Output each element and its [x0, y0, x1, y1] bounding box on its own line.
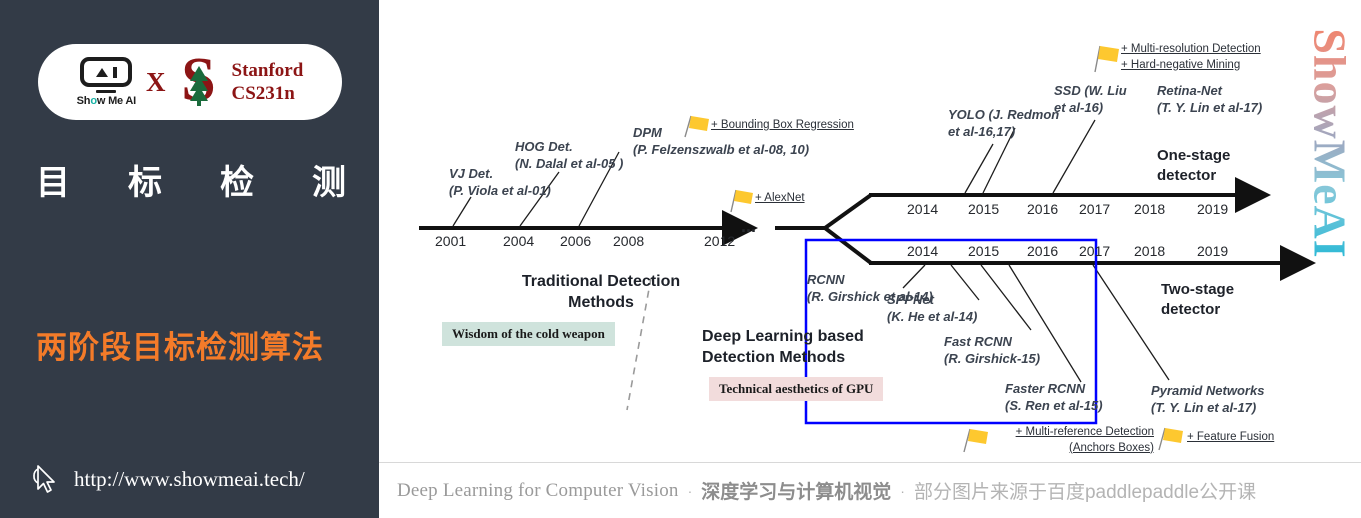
flag-note-alexnet: + AlexNet: [755, 192, 805, 204]
year-2012: 2012: [704, 233, 736, 249]
caret-up-icon: [95, 67, 108, 77]
stanford-line-2: CS231n: [231, 83, 295, 104]
two-stage-year-2017: 2017: [1079, 243, 1111, 259]
caption-source-note: 部分图片来源于百度paddlepaddle公开课: [913, 482, 1257, 503]
method-label-fasterrcnn: Faster RCNN (S. Ren et al-15): [1005, 381, 1103, 413]
one-stage-year-2017: 2017: [1079, 201, 1111, 217]
showmeai-wordmark: Show Me AI: [76, 95, 137, 107]
caption-separator-2: ·: [900, 482, 905, 499]
two-stage-year-2015: 2015: [968, 243, 1000, 259]
wisdom-badge: Wisdom of the cold weapon: [442, 322, 615, 346]
method-label-ssd: SSD (W. Liu et al-16): [1054, 83, 1127, 115]
one-stage-detector-title: One-stage detector: [1157, 147, 1231, 184]
caption-chinese: 深度学习与计算机视觉: [701, 482, 892, 503]
bar-icon: [112, 66, 117, 78]
logo-stand: [96, 90, 117, 93]
year-2004: 2004: [503, 233, 535, 249]
flag-icon-multiref: [963, 428, 988, 453]
flag-icon-alexnet: [730, 189, 753, 213]
timeline-ellipsis: ...: [741, 216, 757, 236]
two-stage-year-2014: 2014: [907, 243, 939, 259]
one-stage-year-2018: 2018: [1134, 201, 1166, 217]
one-stage-year-2014: 2014: [907, 201, 939, 217]
method-label-sppnet: SPPNet (K. He et al-14): [887, 292, 978, 324]
site-url-text: http://www.showmeai.tech/: [74, 466, 305, 491]
cursor-icon: [33, 465, 55, 493]
object-detection-timeline-diagram: VJ Det. (P. Viola et al-01) HOG Det. (N.…: [379, 0, 1361, 462]
stanford-course-label: Stanford CS231n: [232, 59, 304, 105]
flag-note-feature-fusion: + Feature Fusion: [1187, 431, 1275, 443]
one-stage-year-2015: 2015: [968, 201, 1000, 217]
page-title: 目 标 检 测: [36, 155, 346, 204]
year-2008: 2008: [613, 233, 645, 249]
two-stage-year-2019: 2019: [1197, 243, 1229, 259]
gpu-badge: Technical aesthetics of GPU: [709, 377, 884, 401]
two-stage-year-2018: 2018: [1134, 243, 1166, 259]
left-title-panel: Show Me AI X S Stanford CS231n 目 标 检 测 两…: [0, 0, 379, 518]
title-char-1: 标: [128, 164, 162, 202]
method-label-hog: HOG Det. (N. Dalal et al-05 ): [515, 139, 624, 171]
caption-english: Deep Learning for Computer Vision: [397, 479, 679, 501]
flag-note-multi-resolution: + Multi-resolution Detection + Hard-nega…: [1121, 43, 1261, 71]
method-label-yolo: YOLO (J. Redmon et al-16,17): [948, 107, 1060, 139]
brand-badge: Show Me AI X S Stanford CS231n: [38, 44, 342, 120]
site-url-row: http://www.showmeai.tech/: [30, 463, 305, 495]
two-stage-year-2016: 2016: [1027, 243, 1059, 259]
showmeai-screen-icon: [80, 57, 133, 87]
stanford-tree-seal-icon: S: [176, 49, 222, 111]
one-stage-year-2019: 2019: [1197, 201, 1229, 217]
flag-icon-featfusion: [1158, 427, 1183, 451]
flag-note-multi-reference: + Multi-reference Detection (Anchors Box…: [1015, 426, 1154, 454]
slide-caption-bar: Deep Learning for Computer Vision · 深度学习…: [379, 462, 1361, 518]
method-label-pyramid: Pyramid Networks (T. Y. Lin et al-17): [1151, 383, 1265, 415]
deep-learning-methods-title: Deep Learning based Detection Methods: [702, 328, 864, 366]
title-char-3: 测: [312, 164, 346, 202]
flag-icon-multires: [1094, 45, 1119, 73]
two-stage-detector-title: Two-stage detector: [1161, 281, 1235, 318]
flag-note-bounding-box-regression: + Bounding Box Regression: [711, 119, 854, 131]
method-label-fastrcnn: Fast RCNN (R. Girshick-15): [944, 334, 1041, 366]
slide-content: VJ Det. (P. Viola et al-01) HOG Det. (N.…: [379, 0, 1361, 518]
page-subtitle: 两阶段目标检测算法: [36, 330, 324, 365]
year-2001: 2001: [435, 233, 467, 249]
cross-symbol: X: [146, 66, 166, 97]
stanford-line-1: Stanford: [231, 59, 304, 81]
traditional-methods-title: Traditional Detection Methods: [521, 273, 681, 311]
caption-separator-1: ·: [687, 482, 693, 499]
showmeai-logo: Show Me AI: [77, 57, 136, 107]
title-char-2: 检: [220, 164, 254, 202]
method-label-retinanet: Retina-Net (T. Y. Lin et al-17): [1157, 83, 1263, 115]
year-2006: 2006: [560, 233, 592, 249]
one-stage-year-2016: 2016: [1027, 201, 1059, 217]
title-char-0: 目: [36, 164, 70, 202]
